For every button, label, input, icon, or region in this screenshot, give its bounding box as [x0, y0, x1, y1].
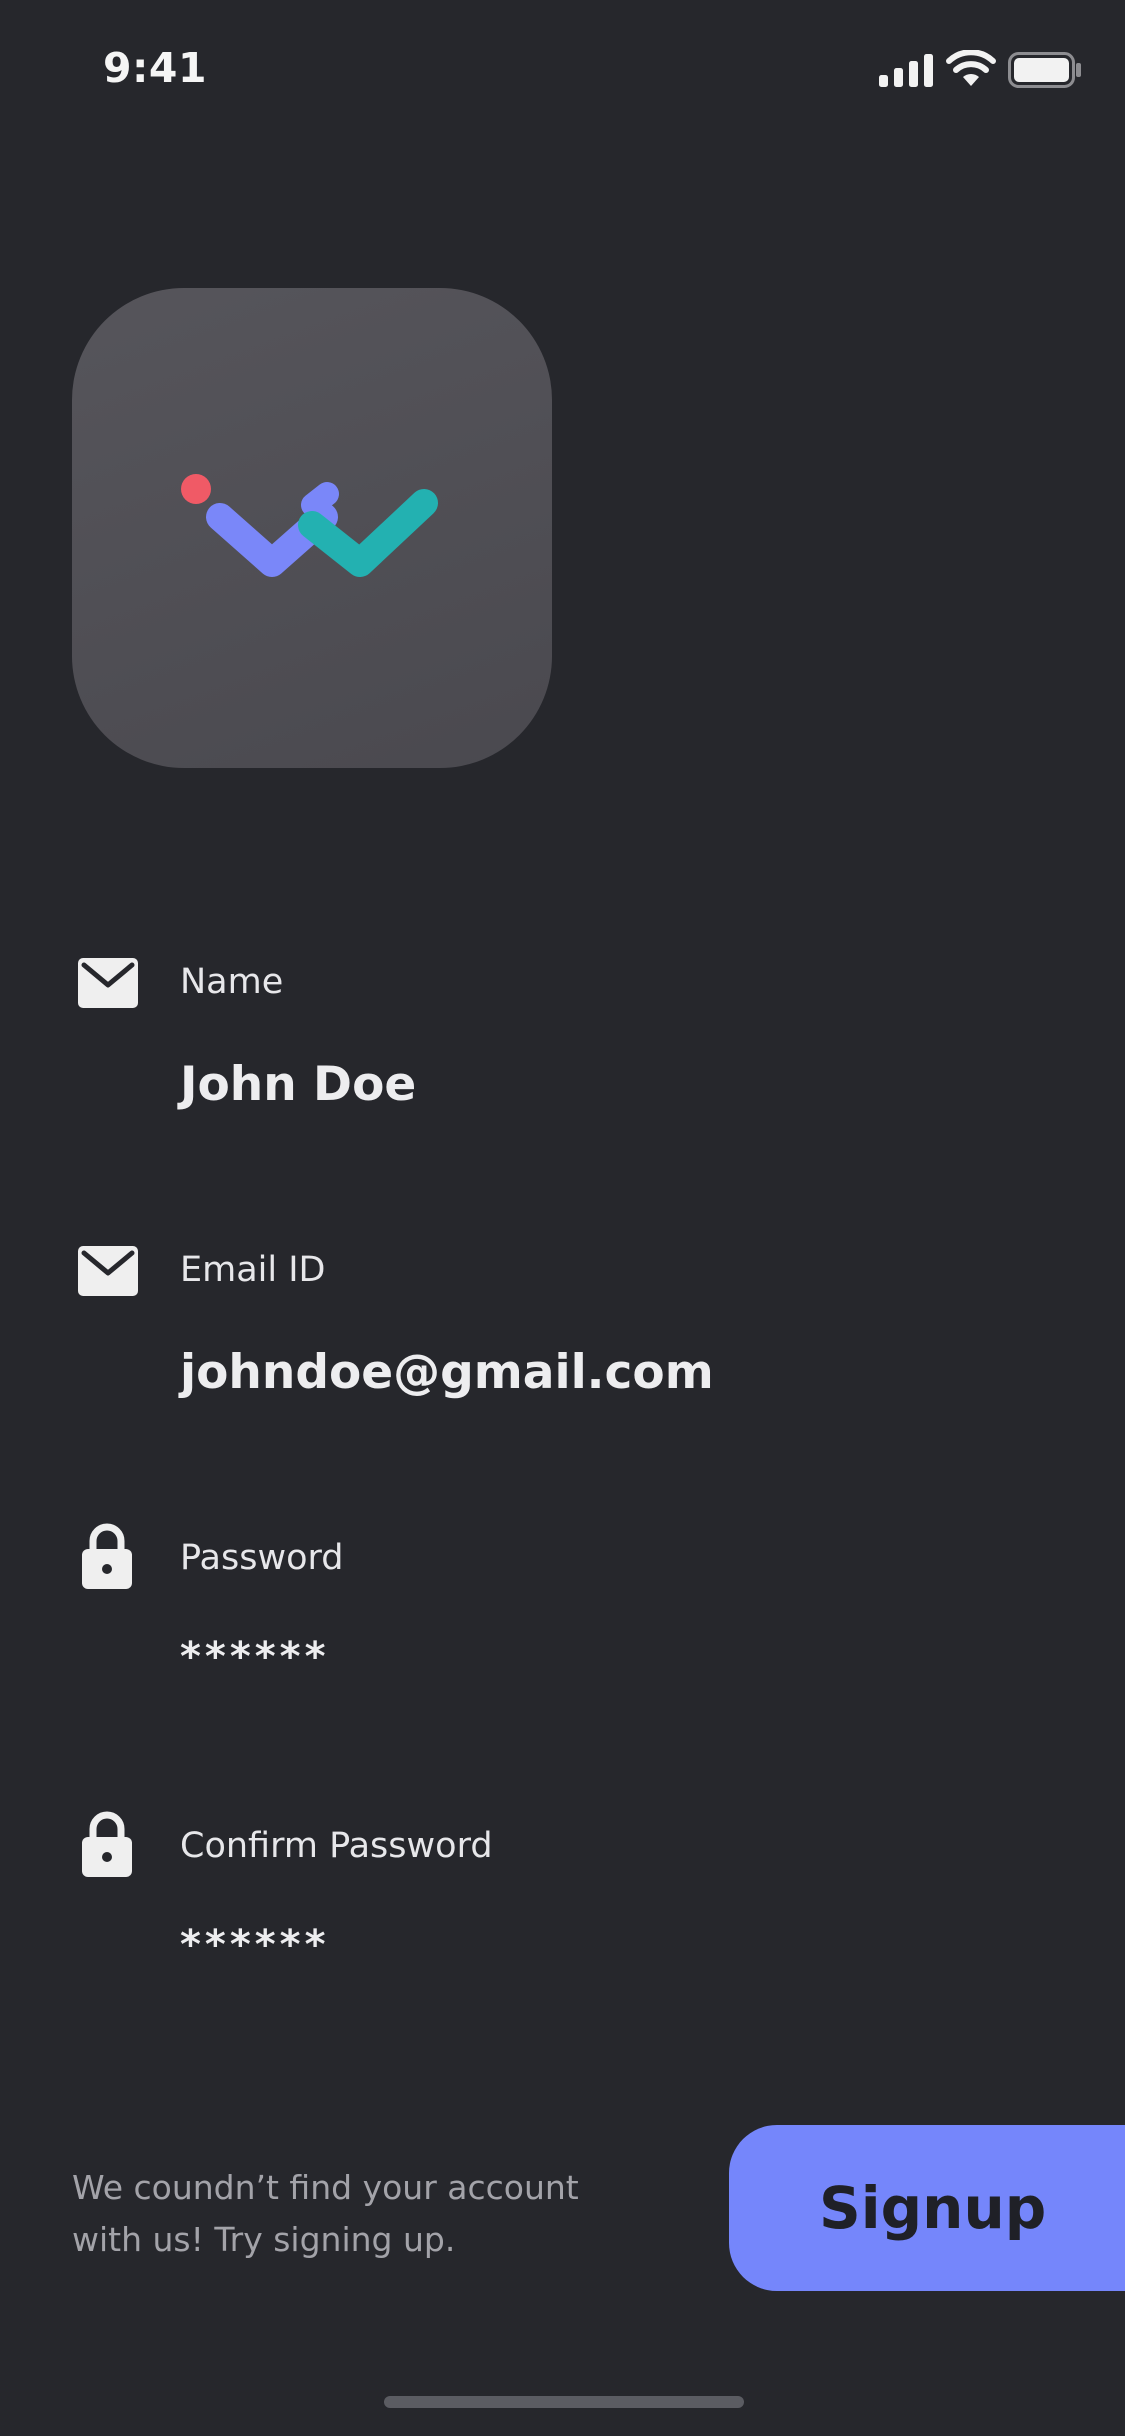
- password-label: Password: [180, 1538, 344, 1578]
- signal-icon: [879, 54, 933, 87]
- battery-icon: [1008, 52, 1081, 88]
- signup-button[interactable]: Signup: [729, 2125, 1125, 2291]
- mail-icon: [78, 958, 138, 1008]
- account-not-found-message: We coundn’t find your account with us! T…: [72, 2168, 579, 2259]
- email-field[interactable]: Email ID johndoe@gmail.com: [0, 1246, 1125, 1420]
- status-bar: 9:41: [0, 0, 1125, 140]
- confirm-password-label: Confirm Password: [180, 1826, 493, 1866]
- password-field[interactable]: Password ******: [0, 1523, 1125, 1708]
- email-value[interactable]: johndoe@gmail.com: [180, 1345, 714, 1400]
- password-value[interactable]: ******: [180, 1634, 330, 1680]
- wifi-icon: [946, 50, 996, 86]
- name-value[interactable]: John Doe: [180, 1057, 416, 1112]
- app-logo-icon: [181, 474, 438, 577]
- email-label: Email ID: [180, 1250, 326, 1290]
- confirm-password-field[interactable]: Confirm Password ******: [0, 1811, 1125, 1996]
- home-indicator[interactable]: [384, 2396, 744, 2408]
- status-time: 9:41: [103, 44, 207, 92]
- name-label: Name: [180, 962, 284, 1002]
- name-field[interactable]: Name John Doe: [0, 958, 1125, 1132]
- lock-icon: [82, 1523, 132, 1589]
- mail-icon: [78, 1246, 138, 1296]
- confirm-password-value[interactable]: ******: [180, 1922, 330, 1968]
- lock-icon: [82, 1811, 132, 1877]
